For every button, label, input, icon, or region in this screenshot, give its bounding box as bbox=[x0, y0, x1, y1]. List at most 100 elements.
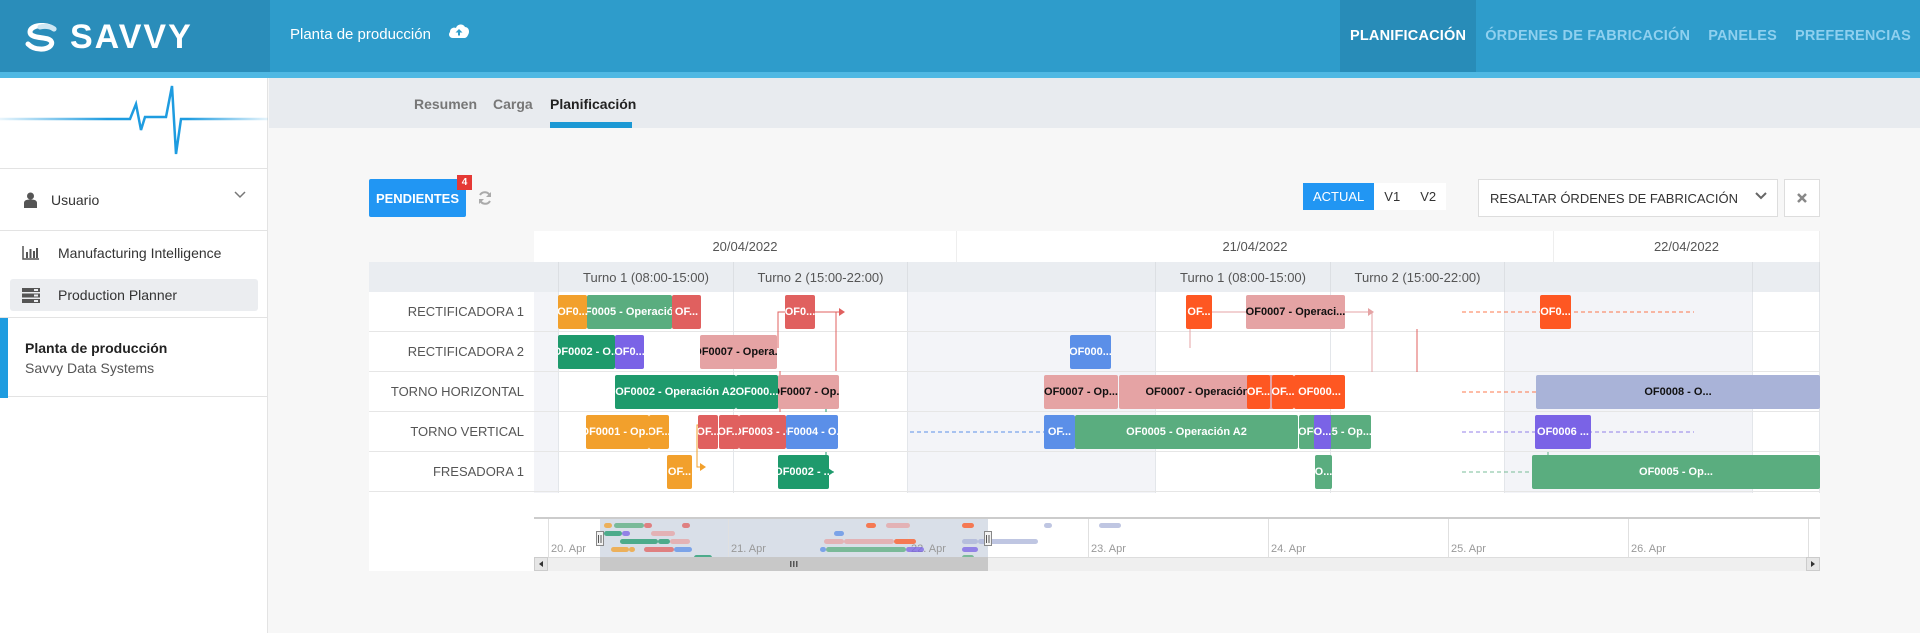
shift-header-blank bbox=[1753, 262, 1820, 292]
navigator-scroll-thumb[interactable] bbox=[600, 557, 988, 571]
tab-carga[interactable]: Carga bbox=[493, 96, 533, 112]
navigator-minibar bbox=[604, 523, 612, 528]
shift-header: Turno 1 (08:00-15:00) bbox=[1156, 262, 1331, 292]
task-bar[interactable]: OF0... bbox=[785, 295, 815, 329]
navigator-minibar bbox=[844, 539, 894, 544]
navigator-minibar bbox=[824, 539, 844, 544]
main-nav: PLANIFICACIÓN ÓRDENES DE FABRICACIÓN PAN… bbox=[1340, 0, 1920, 72]
task-bar[interactable]: OF000... bbox=[1294, 375, 1345, 409]
chevron-down-icon[interactable] bbox=[234, 191, 246, 199]
task-bar[interactable]: OF... bbox=[649, 415, 669, 449]
task-bar[interactable]: OF0... bbox=[1540, 295, 1571, 329]
scroll-right-button[interactable] bbox=[1806, 557, 1820, 571]
sidebar: Usuario Manufacturing Intelligence Produ… bbox=[0, 78, 268, 633]
version-selector: ACTUAL V1 V2 bbox=[1303, 183, 1447, 210]
heartbeat-logo-icon bbox=[0, 85, 268, 155]
task-bar[interactable]: OF0002 - Operación A2 bbox=[615, 375, 736, 409]
resource-label: TORNO HORIZONTAL bbox=[369, 372, 534, 412]
sidebar-item-label: Production Planner bbox=[58, 287, 178, 303]
task-bar[interactable]: OF0007 - Opera... bbox=[700, 335, 777, 369]
task-bar[interactable]: OF0003 - ... bbox=[739, 415, 786, 449]
task-bar[interactable]: OF0007 - Operaci... bbox=[1246, 295, 1345, 329]
navigator-tick bbox=[728, 519, 729, 557]
day-header: 21/04/2022 bbox=[957, 231, 1554, 262]
task-bar[interactable]: OF0... bbox=[558, 295, 587, 329]
task-bar[interactable]: OF0005 - Op... bbox=[1532, 455, 1820, 489]
plant-title: Planta de producción bbox=[25, 340, 168, 356]
shift-header-blank bbox=[908, 262, 1156, 292]
version-actual[interactable]: ACTUAL bbox=[1303, 183, 1375, 210]
navigator-tick bbox=[1808, 519, 1809, 557]
plant-info[interactable]: Planta de producción Savvy Data Systems bbox=[0, 317, 268, 398]
navigator-minibar bbox=[644, 547, 674, 552]
navigator-date-label: 23. Apr bbox=[1091, 543, 1126, 555]
resource-label: RECTIFICADORA 2 bbox=[369, 332, 534, 372]
task-bar[interactable]: OF... bbox=[1186, 295, 1212, 329]
sidebar-item-manufacturing-intelligence[interactable]: Manufacturing Intelligence bbox=[0, 230, 268, 274]
task-bar[interactable]: OF0004 - O... bbox=[786, 415, 838, 449]
row-divider bbox=[534, 331, 1820, 332]
resource-label: TORNO VERTICAL bbox=[369, 412, 534, 452]
version-v1[interactable]: V1 bbox=[1374, 183, 1410, 210]
task-bar[interactable]: OF... bbox=[698, 415, 718, 449]
grip-icon bbox=[986, 534, 990, 543]
off-shift-cell bbox=[534, 292, 559, 493]
task-bar[interactable]: OF0... bbox=[615, 335, 644, 369]
task-bar[interactable]: OF... bbox=[719, 415, 739, 449]
active-indicator bbox=[0, 318, 8, 398]
cloud-upload-icon[interactable] bbox=[448, 22, 470, 45]
user-menu[interactable]: Usuario bbox=[0, 168, 268, 230]
nav-preferencias[interactable]: PREFERENCIAS bbox=[1786, 0, 1920, 72]
timeline: 20/04/2022 21/04/2022 22/04/2022 Turno 1… bbox=[534, 231, 1820, 493]
navigator-right-handle[interactable] bbox=[984, 531, 992, 546]
logo[interactable]: SAVVY bbox=[24, 18, 193, 57]
task-bar[interactable]: OF... bbox=[1247, 375, 1270, 409]
task-bar[interactable]: OF000... bbox=[1070, 335, 1111, 369]
refresh-icon[interactable] bbox=[477, 190, 493, 206]
version-v2[interactable]: V2 bbox=[1410, 183, 1446, 210]
task-bar[interactable]: OF0007 - Op... bbox=[778, 375, 839, 409]
caret-right-icon bbox=[1811, 561, 1815, 567]
shift-header: Turno 1 (08:00-15:00) bbox=[559, 262, 734, 292]
pending-count-badge: 4 bbox=[457, 175, 472, 190]
task-bar[interactable]: OF... bbox=[1044, 415, 1075, 449]
task-bar[interactable]: OF0006 ... bbox=[1535, 415, 1591, 449]
navigator-minibar bbox=[622, 531, 630, 536]
task-bar[interactable]: OF0001 - Op... bbox=[586, 415, 649, 449]
tab-resumen[interactable]: Resumen bbox=[414, 96, 477, 112]
navigator-minibar bbox=[962, 539, 978, 544]
resource-header-blank bbox=[369, 231, 534, 262]
task-bar[interactable]: OF0005 - Operación A2 bbox=[1075, 415, 1298, 449]
nav-ordenes-fabricacion[interactable]: ÓRDENES DE FABRICACIÓN bbox=[1476, 0, 1699, 72]
tab-planificacion[interactable]: Planificación bbox=[550, 96, 636, 112]
task-bar[interactable]: OF0008 - O... bbox=[1536, 375, 1820, 409]
navigator-date-label: 20. Apr bbox=[551, 543, 586, 555]
timeline-navigator: 20. Apr 21. Apr 22. Apr 23. Apr 24. Apr … bbox=[534, 517, 1820, 571]
sidebar-item-label: Manufacturing Intelligence bbox=[58, 244, 222, 261]
task-bar[interactable]: OF... bbox=[672, 295, 701, 329]
pending-button[interactable]: PENDIENTES bbox=[369, 179, 466, 217]
navigator-tick bbox=[1628, 519, 1629, 557]
user-name: Usuario bbox=[51, 191, 100, 208]
scroll-left-button[interactable] bbox=[534, 557, 548, 571]
nav-planificacion[interactable]: PLANIFICACIÓN bbox=[1340, 0, 1477, 72]
task-bar[interactable]: OF0002 - O... bbox=[558, 335, 615, 369]
task-bar[interactable]: O... bbox=[1315, 455, 1332, 489]
clear-highlight-button[interactable] bbox=[1784, 179, 1820, 217]
task-bar[interactable]: OF... bbox=[1272, 375, 1294, 409]
task-bar[interactable]: OF000... bbox=[736, 375, 778, 409]
navigator-left-handle[interactable] bbox=[596, 531, 604, 546]
task-bar[interactable]: O... bbox=[1314, 415, 1331, 449]
task-bar[interactable]: OF... bbox=[667, 455, 692, 489]
navigator-minibar bbox=[670, 539, 690, 544]
navigator-minibar bbox=[644, 523, 652, 528]
close-icon bbox=[1797, 193, 1807, 203]
task-bar[interactable]: OF0005 - Op... bbox=[1299, 415, 1371, 449]
highlight-orders-select[interactable]: RESALTAR ÓRDENES DE FABRICACIÓN bbox=[1478, 179, 1778, 217]
nav-paneles[interactable]: PANELES bbox=[1699, 0, 1786, 72]
navigator-tick bbox=[1088, 519, 1089, 557]
task-bar[interactable]: OF0005 - Operació... bbox=[587, 295, 672, 329]
task-bar[interactable]: OF0002 - ... bbox=[778, 455, 829, 489]
sidebar-item-production-planner[interactable]: Production Planner bbox=[10, 279, 258, 311]
task-bar[interactable]: OF0007 - Op... bbox=[1044, 375, 1118, 409]
